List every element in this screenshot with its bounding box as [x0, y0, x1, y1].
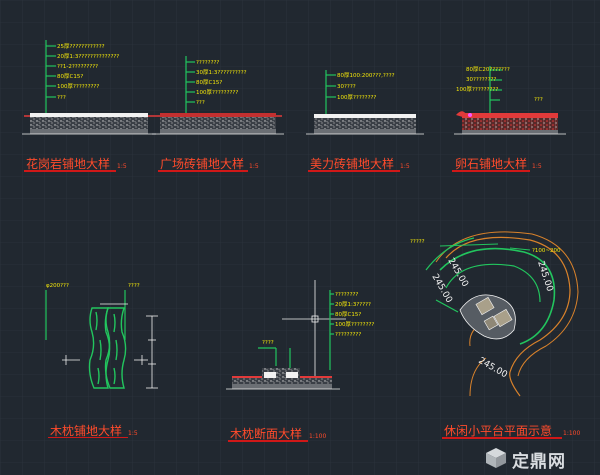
plaza-label-3: 80厚C15? [196, 79, 222, 86]
plaza-label-5: ??? [196, 100, 205, 106]
underline-log-paving [48, 437, 128, 438]
scale-log-paving: 1:5 [128, 430, 138, 437]
underline-pebble [452, 170, 530, 172]
log-section-label-5: ????????? [335, 332, 361, 338]
plaza-label-2: 30厚1:3?????????? [196, 69, 247, 76]
granite-label-2: 20厚1:3?????????????? [57, 53, 119, 60]
meili-label-3: 100厚???????? [337, 94, 376, 101]
plaza-label-1: ???????? [196, 60, 219, 66]
pebble-label-3: 100厚????????? [456, 86, 498, 93]
scale-log-section: 1:100 [309, 433, 327, 440]
log-section-label-6: ???? [262, 340, 274, 346]
granite-label-4: 80厚C15? [57, 73, 83, 80]
log-section-label-3: 80厚C15? [335, 311, 361, 318]
cube-logo-icon [486, 448, 506, 468]
granite-label-6: ??? [57, 95, 66, 101]
scale-plaza-brick: 1:5 [249, 163, 259, 170]
pebble-label-2: 30???????? [466, 77, 496, 83]
granite-label-5: 100厚????????? [57, 83, 99, 90]
scale-pebble: 1:5 [532, 163, 542, 170]
underline-plaza-brick [158, 170, 248, 172]
platform-label-2: ?100~200 [532, 248, 561, 254]
plaza-label-4: 100厚????????? [196, 89, 238, 96]
pebble-label-1: 80厚C20??????? [466, 66, 510, 73]
log-section-label-1: ???????? [335, 292, 358, 298]
granite-label-3: ??1-2????????? [57, 64, 98, 70]
granite-label-1: 25厚???????????? [57, 43, 105, 50]
underline-log-section [228, 440, 308, 442]
underline-meili-brick [308, 170, 400, 172]
scale-meili-brick: 1:5 [400, 163, 410, 170]
pebble-label-4: ??? [534, 97, 543, 103]
watermark-text: 定鼎网 [512, 452, 566, 472]
log-section-label-2: 20厚1:3????? [335, 301, 371, 308]
underline-granite [24, 170, 116, 172]
underline-platform-plan [442, 437, 562, 439]
cad-drawing-canvas: 25厚???????????? 20厚1:3?????????????? ??1… [0, 0, 600, 475]
platform-label-1: ????? [410, 239, 425, 245]
log-paving-label-2: ???? [128, 283, 140, 289]
meili-label-2: 30???? [337, 84, 356, 90]
log-section-label-4: 100厚???????? [335, 321, 374, 328]
scale-platform-plan: 1:100 [563, 430, 581, 437]
scale-granite: 1:5 [117, 163, 127, 170]
meili-label-1: 80厚100:200???,???? [337, 72, 395, 79]
log-paving-label-1: φ200??? [46, 283, 69, 289]
